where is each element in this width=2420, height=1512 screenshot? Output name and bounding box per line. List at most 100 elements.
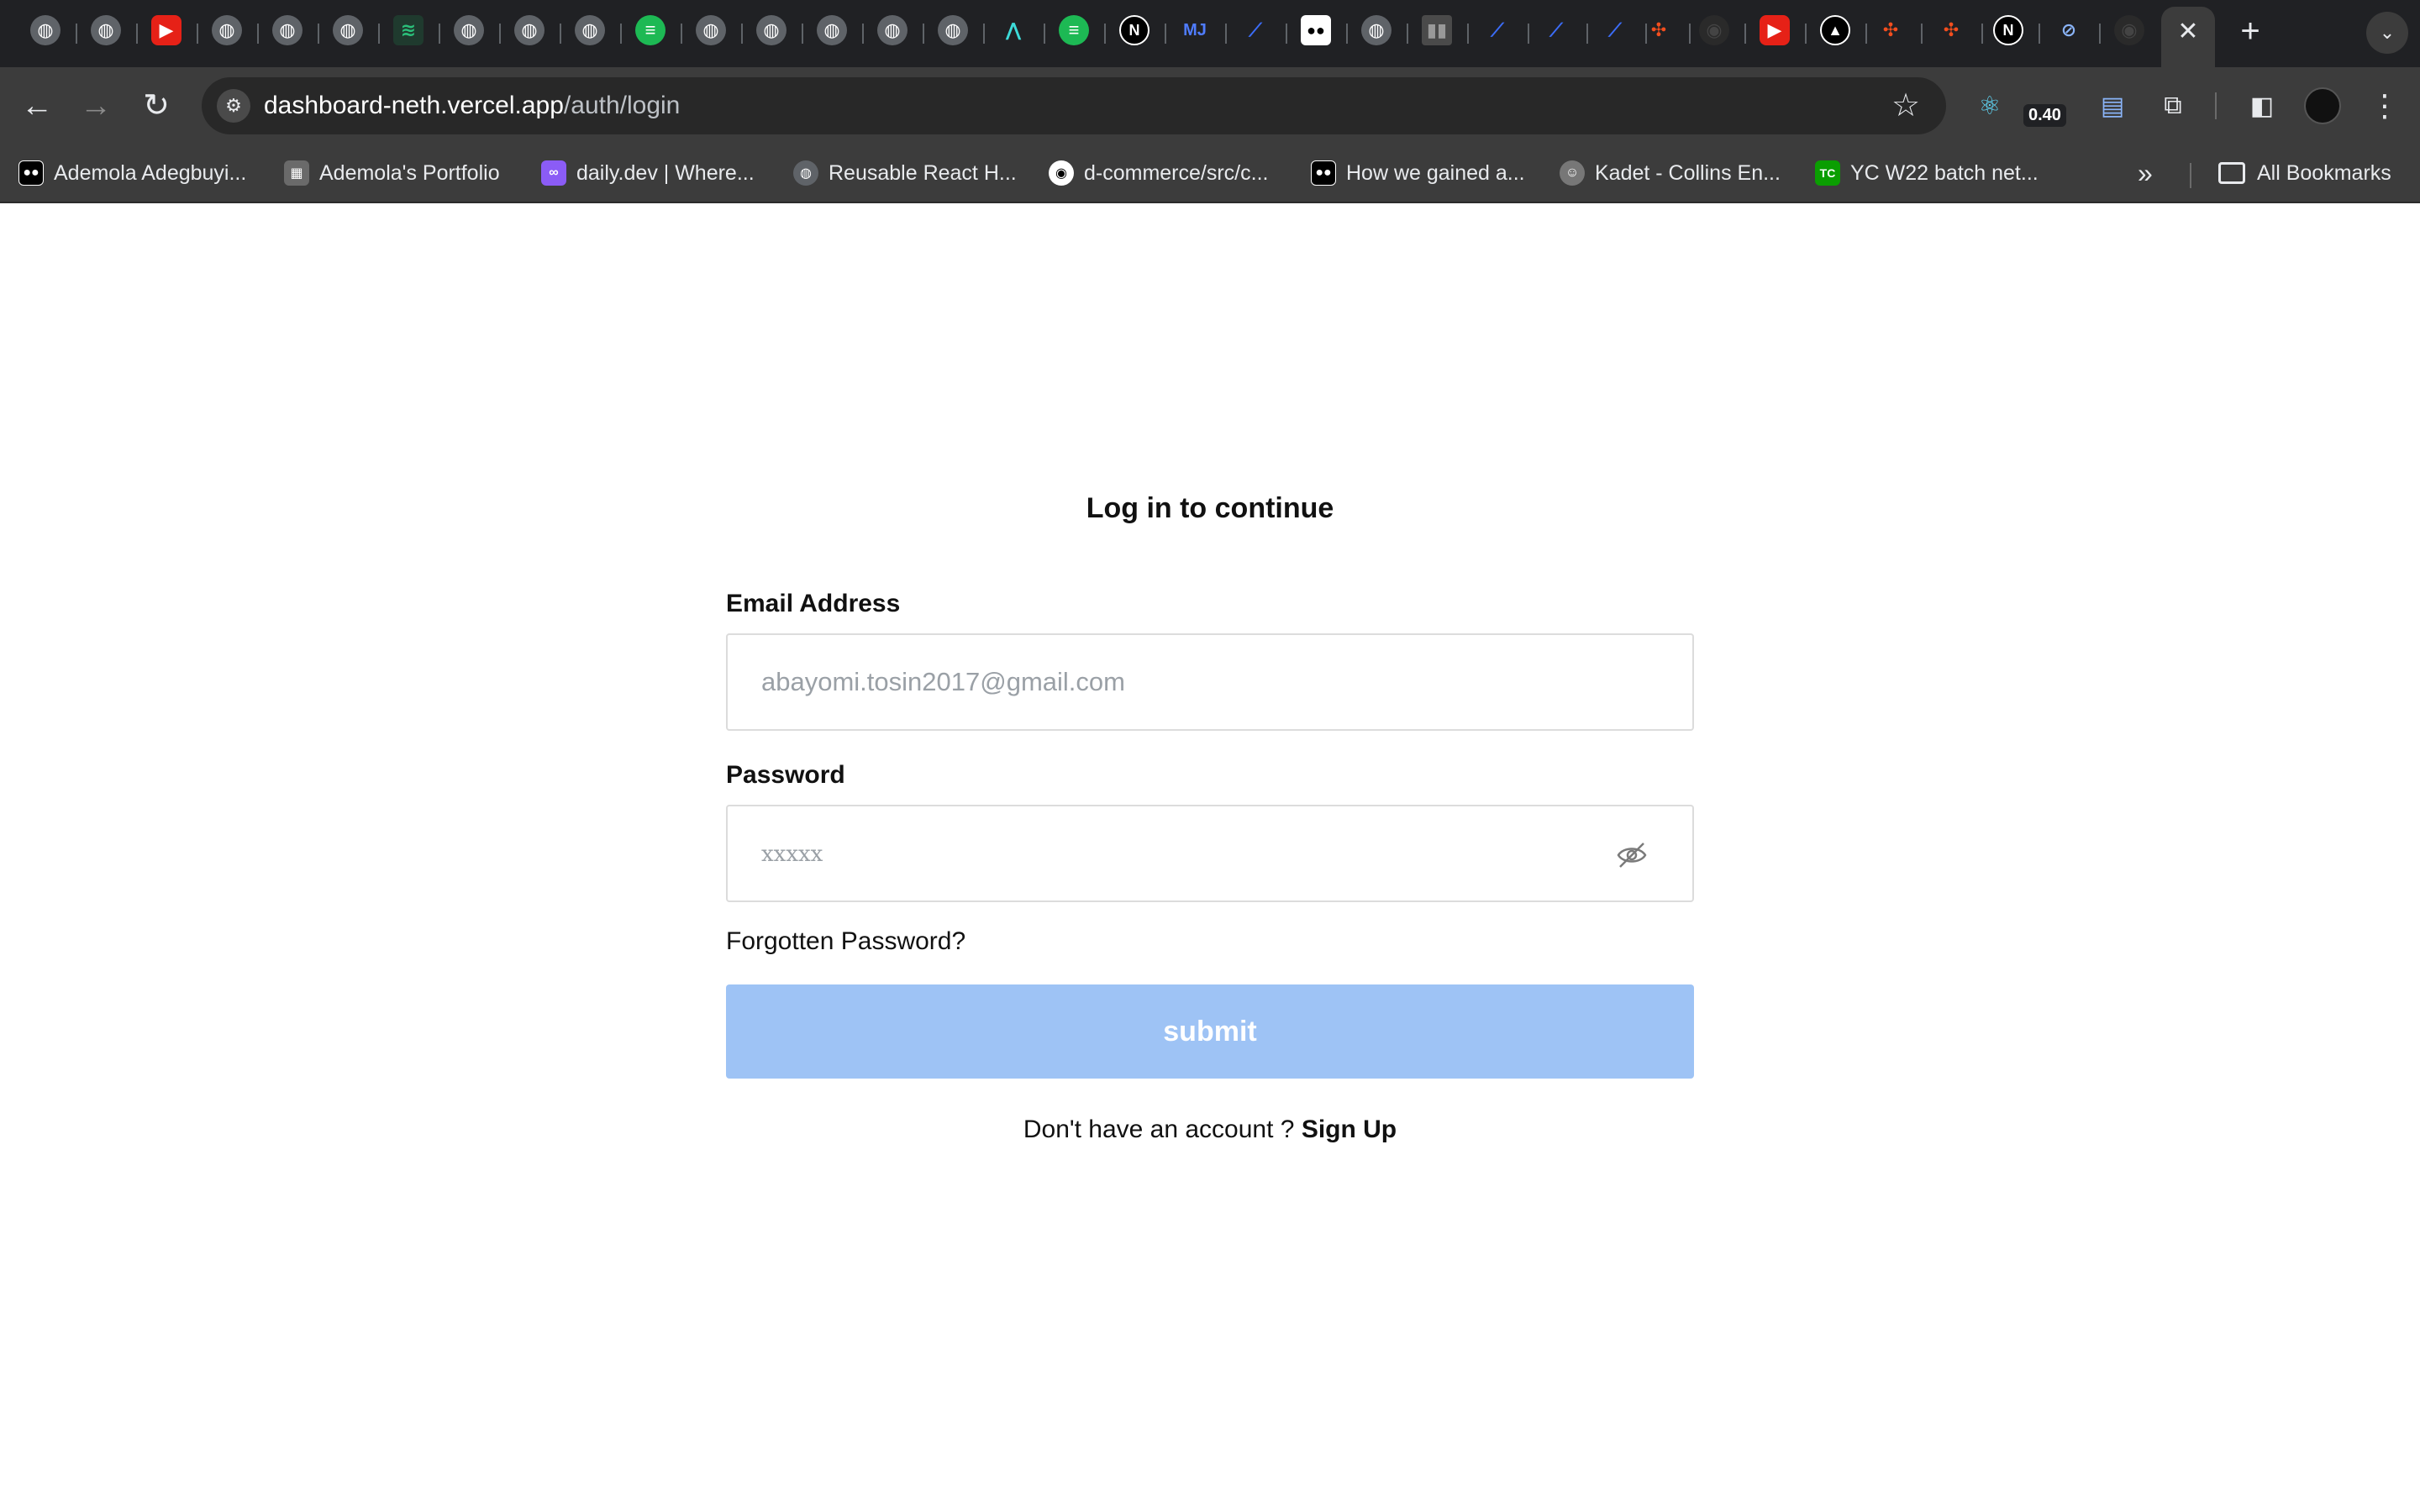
- tab-separator: [2099, 24, 2101, 44]
- spotify-icon[interactable]: ≡: [1059, 15, 1089, 45]
- mui-icon[interactable]: MJ: [1180, 15, 1210, 45]
- stripes-icon[interactable]: ≋: [393, 15, 424, 45]
- bookmark-item[interactable]: ◉ d-commerce/src/c...: [1049, 156, 1268, 190]
- tab-separator: [439, 24, 440, 44]
- profile-avatar[interactable]: [2304, 87, 2341, 124]
- book-icon[interactable]: ▮▮: [1422, 15, 1452, 45]
- nextjs-icon[interactable]: N: [1993, 15, 2023, 45]
- side-panel-icon[interactable]: ◧: [2242, 86, 2282, 126]
- youtube-icon[interactable]: ▶: [1760, 15, 1790, 45]
- globe-icon[interactable]: ◍: [756, 15, 786, 45]
- azure-icon[interactable]: ⟋: [1600, 15, 1630, 45]
- signup-prompt-line: Don't have an account ? Sign Up: [726, 1116, 1694, 1144]
- globe-icon[interactable]: ◍: [575, 15, 605, 45]
- nextjs-icon[interactable]: N: [1119, 15, 1150, 45]
- figma-icon[interactable]: ✣: [1644, 15, 1674, 45]
- url-path: /auth/login: [563, 92, 681, 119]
- globe-icon: ◍: [793, 160, 818, 186]
- tab-separator: [681, 24, 682, 44]
- tab-separator: [1981, 24, 1983, 44]
- globe-icon[interactable]: ◍: [1361, 15, 1392, 45]
- password-field[interactable]: xxxxx: [726, 805, 1694, 902]
- youtube-icon[interactable]: ▶: [151, 15, 182, 45]
- globe-icon[interactable]: ◍: [514, 15, 544, 45]
- globe-icon[interactable]: ◍: [454, 15, 484, 45]
- site-info-icon[interactable]: ⚙: [217, 89, 250, 123]
- bookmark-item[interactable]: ▦ Ademola's Portfolio: [284, 156, 500, 190]
- globe-icon[interactable]: ◍: [333, 15, 363, 45]
- figma-icon[interactable]: ✣: [1936, 15, 1966, 45]
- spotify-icon[interactable]: ≡: [635, 15, 666, 45]
- globe-icon[interactable]: ◍: [91, 15, 121, 45]
- tab-separator: [1467, 24, 1469, 44]
- medium-icon[interactable]: ●●: [1301, 15, 1331, 45]
- globe-icon[interactable]: ◍: [938, 15, 968, 45]
- email-value: abayomi.tosin2017@gmail.com: [761, 667, 1125, 696]
- email-field[interactable]: abayomi.tosin2017@gmail.com: [726, 633, 1694, 731]
- tab-separator: [802, 24, 803, 44]
- tab-separator: [983, 24, 985, 44]
- toolbar-separator: [2215, 92, 2217, 119]
- globe-icon[interactable]: ◍: [696, 15, 726, 45]
- avatar-icon: ☺: [1560, 160, 1585, 186]
- globe-icon[interactable]: ◍: [212, 15, 242, 45]
- bookmark-item[interactable]: ☺ Kadet - Collins En...: [1560, 156, 1781, 190]
- azure-icon[interactable]: ⟋: [1482, 15, 1512, 45]
- address-bar[interactable]: ⚙ dashboard-neth.vercel.app/auth/login ☆: [202, 77, 1946, 134]
- eye-off-icon[interactable]: [1615, 840, 1649, 870]
- github-icon[interactable]: ◉: [1699, 15, 1729, 45]
- tab-search-button[interactable]: ⌄: [2366, 12, 2408, 54]
- tab-separator: [560, 24, 561, 44]
- forgot-password-link[interactable]: Forgotten Password?: [726, 927, 965, 956]
- tab-separator: [378, 24, 380, 44]
- signup-prompt: Don't have an account ?: [1023, 1116, 1295, 1143]
- tab-separator: [1104, 24, 1106, 44]
- azure-icon[interactable]: ⟋: [1541, 15, 1571, 45]
- globe-icon[interactable]: ◍: [30, 15, 60, 45]
- bookmark-label: Kadet - Collins En...: [1595, 160, 1781, 185]
- github-icon: ◉: [1049, 160, 1074, 186]
- all-bookmarks-label: All Bookmarks: [2257, 160, 2391, 185]
- url-text[interactable]: dashboard-neth.vercel.app/auth/login: [264, 92, 680, 120]
- bookmark-star-icon[interactable]: ☆: [1886, 86, 1926, 126]
- bookmark-item[interactable]: TC YC W22 batch net...: [1815, 156, 2039, 190]
- toolbar: ← → ↻ ⚙ dashboard-neth.vercel.app/auth/l…: [0, 67, 2420, 144]
- azure-icon[interactable]: ⟋: [1240, 15, 1270, 45]
- tab-separator: [1921, 24, 1923, 44]
- figma-icon[interactable]: ✣: [1876, 15, 1906, 45]
- all-bookmarks-button[interactable]: All Bookmarks: [2218, 156, 2391, 190]
- vercel-icon[interactable]: ▲: [1820, 15, 1850, 45]
- globe-icon[interactable]: ◍: [877, 15, 908, 45]
- tab-separator: [1225, 24, 1227, 44]
- github-icon[interactable]: ◉: [2114, 15, 2144, 45]
- close-tab-icon[interactable]: ✕: [2175, 18, 2202, 45]
- new-tab-button[interactable]: +: [2233, 14, 2267, 49]
- url-host: dashboard-neth.vercel.app: [264, 92, 564, 119]
- globe-icon[interactable]: ◍: [817, 15, 847, 45]
- tab-separator: [1689, 24, 1691, 44]
- extensions-puzzle-icon[interactable]: ⧉: [2153, 86, 2193, 126]
- folder-icon: [2218, 162, 2245, 184]
- tab-separator: [197, 24, 198, 44]
- submit-button[interactable]: submit: [726, 984, 1694, 1079]
- globe-icon[interactable]: ◍: [272, 15, 302, 45]
- menu-kebab-icon[interactable]: ⋮: [2368, 86, 2402, 126]
- bookmark-item[interactable]: ●● How we gained a...: [1311, 156, 1525, 190]
- mountain-logo-icon[interactable]: ⋀: [998, 15, 1028, 45]
- signup-link[interactable]: Sign Up: [1302, 1116, 1397, 1143]
- tab-separator: [1165, 24, 1166, 44]
- bookmark-item[interactable]: ◍ Reusable React H...: [793, 156, 1017, 190]
- bookmark-item[interactable]: ●● Ademola Adegbuyi...: [18, 156, 246, 190]
- react-devtools-icon[interactable]: ⚛: [1970, 86, 2010, 126]
- forward-button[interactable]: →: [74, 84, 118, 128]
- back-button[interactable]: ←: [15, 84, 59, 128]
- tab-separator: [1528, 24, 1529, 44]
- bookmark-label: YC W22 batch net...: [1850, 160, 2039, 185]
- link-icon[interactable]: ⊘: [2054, 15, 2084, 45]
- more-bookmarks-icon[interactable]: »: [2138, 158, 2153, 188]
- docs-extension-icon[interactable]: ▤: [2092, 86, 2133, 126]
- bookmark-item[interactable]: ∞ daily.dev | Where...: [541, 156, 755, 190]
- reload-button[interactable]: ↻: [134, 84, 178, 128]
- tab-separator: [1407, 24, 1408, 44]
- browser-chrome: ◍ ◍ ▶ ◍ ◍ ◍ ≋ ◍ ◍ ◍ ≡ ◍ ◍ ◍ ◍ ◍ ⋀ ≡ N MJ…: [0, 0, 2420, 203]
